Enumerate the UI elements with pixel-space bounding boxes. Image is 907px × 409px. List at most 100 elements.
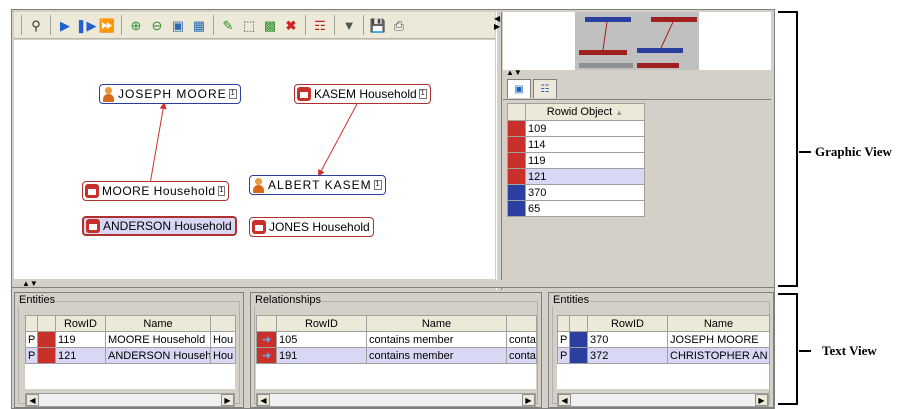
table-row[interactable]: 119	[507, 152, 645, 169]
vertical-splitter[interactable]	[496, 12, 502, 290]
select-all-icon[interactable]: ▩	[261, 16, 279, 34]
sort-icon: ▲	[615, 108, 624, 117]
rowid-cell: 121	[55, 347, 106, 364]
table-row-selected[interactable]: P 121 ANDERSON Househ... Hou	[25, 347, 236, 364]
column-header[interactable]	[557, 315, 570, 332]
filter-icon[interactable]: ▼	[340, 16, 358, 34]
name-cell: contains member	[366, 331, 507, 348]
column-header[interactable]	[256, 315, 277, 332]
rowid-cell: 191	[276, 347, 367, 364]
rowid-cell: 119	[55, 331, 106, 348]
scroll-left-icon[interactable]: ◀	[257, 394, 270, 406]
table-row[interactable]: 370	[507, 184, 645, 201]
delete-icon[interactable]: ✖	[282, 16, 300, 34]
table-row[interactable]: 109	[507, 120, 645, 137]
scroll-right-icon[interactable]: ▶	[522, 394, 535, 406]
table-row-selected[interactable]: 121	[507, 168, 645, 185]
extra-cell: Hou	[210, 331, 236, 348]
column-header-rowid-object[interactable]: Rowid Object ▲	[525, 103, 645, 121]
step-icon[interactable]: ❚▶	[76, 16, 97, 34]
graph-node-moore-household[interactable]: MOORE Household 1	[82, 181, 230, 201]
household-icon	[252, 220, 266, 234]
edit-icon[interactable]: ✎	[219, 16, 237, 34]
horizontal-scrollbar[interactable]: ◀ ▶	[256, 393, 536, 407]
graphic-view-bracket	[778, 11, 798, 287]
household-icon	[507, 120, 526, 137]
column-header-rowid[interactable]: RowID	[587, 315, 668, 332]
table-row[interactable]: P 370 JOSEPH MOORE	[557, 331, 770, 348]
select-icon[interactable]: ⬚	[240, 16, 258, 34]
column-header[interactable]	[210, 315, 236, 332]
edge	[149, 102, 167, 185]
household-icon	[37, 347, 56, 364]
toolbar-separator	[334, 15, 335, 35]
table-row[interactable]: 65	[507, 200, 645, 217]
person-icon	[507, 184, 526, 201]
rowid-cell: 114	[525, 136, 645, 153]
horizontal-splitter[interactable]	[12, 280, 774, 288]
table-row[interactable]: 114	[507, 136, 645, 153]
collapse-arrow-icon[interactable]: ▲▼	[22, 279, 38, 288]
column-header-name[interactable]: Name	[667, 315, 770, 332]
column-header[interactable]	[569, 315, 588, 332]
graph-node-albert-kasem[interactable]: ALBERT KASEM 1	[249, 175, 386, 195]
flag-cell: P	[557, 347, 570, 364]
text-view-bracket	[778, 293, 798, 405]
node-count: 1	[418, 89, 427, 99]
node-label: ANDERSON Household	[103, 219, 232, 233]
column-header-rowid[interactable]: RowID	[55, 315, 106, 332]
save-icon[interactable]: 💾	[369, 16, 387, 34]
flag-cell: P	[25, 347, 38, 364]
entities-table-left: RowID Name P 119 MOORE Household Hou P 1…	[25, 315, 236, 364]
scroll-right-icon[interactable]: ▶	[755, 394, 768, 406]
person-icon	[569, 331, 588, 348]
person-icon	[569, 347, 588, 364]
table-row-selected[interactable]: P 372 CHRISTOPHER AN	[557, 347, 770, 364]
table-row[interactable]: ➜ 105 contains member contai	[256, 331, 537, 348]
search-person-icon[interactable]: ⚲	[27, 16, 45, 34]
horizontal-scrollbar[interactable]: ◀ ▶	[557, 393, 769, 407]
table-row-selected[interactable]: ➜ 191 contains member contai	[256, 347, 537, 364]
column-header-name[interactable]: Name	[105, 315, 211, 332]
fast-forward-icon[interactable]: ⏩	[98, 16, 116, 34]
graph-node-joseph-moore[interactable]: JOSEPH MOORE 1	[99, 84, 241, 104]
scroll-left-icon[interactable]: ◀	[558, 394, 571, 406]
horizontal-scrollbar[interactable]: ◀ ▶	[25, 393, 235, 407]
tab-entity-list[interactable]: ▣	[507, 79, 531, 98]
relationships-table: RowID Name ➜ 105 contains member contai …	[256, 315, 537, 364]
person-icon	[252, 177, 265, 193]
scroll-left-icon[interactable]: ◀	[26, 394, 39, 406]
column-header-name[interactable]: Name	[366, 315, 507, 332]
rowid-cell: 372	[587, 347, 668, 364]
column-header-rowid[interactable]: RowID	[276, 315, 367, 332]
print-icon[interactable]: ⎙	[390, 16, 408, 34]
tab-hierarchy[interactable]: ☷	[533, 79, 557, 98]
node-label: ALBERT KASEM	[268, 178, 372, 192]
graph-node-jones-household[interactable]: JONES Household	[249, 217, 374, 237]
rowid-cell: 65	[525, 200, 645, 217]
layout-icon[interactable]: ▦	[190, 16, 208, 34]
extra-cell: contai	[506, 331, 537, 348]
column-header[interactable]	[506, 315, 537, 332]
zoom-in-icon[interactable]: ⊕	[127, 16, 145, 34]
play-icon[interactable]: ▶	[56, 16, 74, 34]
graph-node-kasem-household[interactable]: KASEM Household 1	[294, 84, 431, 104]
column-header[interactable]	[37, 315, 56, 332]
edge	[318, 103, 358, 177]
rowid-cell: 119	[525, 152, 645, 169]
scroll-right-icon[interactable]: ▶	[221, 394, 234, 406]
graph-canvas[interactable]: JOSEPH MOORE 1 KASEM Household 1 MOORE H…	[14, 40, 495, 279]
zoom-out-icon[interactable]: ⊖	[148, 16, 166, 34]
household-icon	[507, 152, 526, 169]
collapse-arrow-icon[interactable]: ◀ ▶	[494, 15, 500, 31]
fit-icon[interactable]: ▣	[169, 16, 187, 34]
column-header[interactable]	[25, 315, 38, 332]
hierarchy-icon[interactable]: ☶	[311, 16, 329, 34]
toolbar-separator	[121, 15, 122, 35]
graph-node-anderson-household[interactable]: ANDERSON Household	[82, 216, 237, 236]
table-row[interactable]: P 119 MOORE Household Hou	[25, 331, 236, 348]
graph-overview-minimap[interactable]	[503, 12, 771, 70]
entities-panel-right: Entities RowID Name P 370 JOSEPH MOORE P…	[548, 292, 774, 408]
name-cell: JOSEPH MOORE	[667, 331, 770, 348]
name-cell: ANDERSON Househ...	[105, 347, 211, 364]
